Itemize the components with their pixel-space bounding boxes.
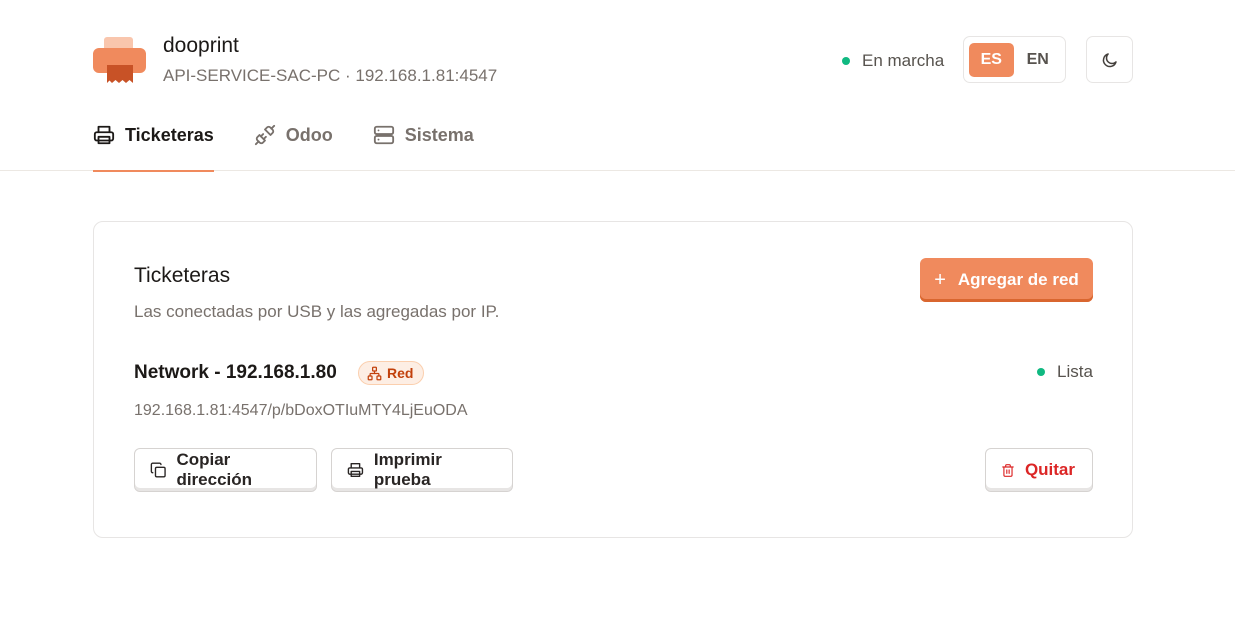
brand: dooprint API-SERVICE-SAC-PC · 192.168.1.… [93,33,497,87]
tab-ticketeras[interactable]: Ticketeras [93,114,214,172]
printer-logo-icon [93,37,146,83]
printer-url: 192.168.1.81:4547/p/bDoxOTIuMTY4LjEuODA [134,402,468,419]
tab-label: Odoo [285,125,333,145]
app-host: API-SERVICE-SAC-PC · 192.168.1.81:4547 [163,66,498,85]
connection-type-badge: Red [358,361,425,385]
app-name: dooprint [163,34,239,57]
add-network-printer-button[interactable]: + Agregar de red [920,258,1093,302]
print-test-button[interactable]: Imprimir prueba [331,448,513,492]
tab-odoo[interactable]: Odoo [254,114,333,171]
main-tabs: Ticketeras Odoo Sistema [93,114,514,172]
status-label: En marcha [862,51,945,70]
tab-label: Ticketeras [125,125,214,145]
card-description: Las conectadas por USB y las agregadas p… [134,302,500,321]
ticketeras-card: Ticketeras Las conectadas por USB y las … [93,221,1133,538]
printer-name: Network - 192.168.1.80 [134,362,337,383]
status-dot-icon [1037,368,1045,376]
remove-label: Quitar [1024,460,1075,479]
badge-label: Red [387,365,414,381]
moon-icon [1102,52,1117,67]
server-icon [373,125,394,145]
language-switch: ES EN [963,36,1066,83]
theme-toggle-button[interactable] [1086,36,1133,83]
app-header: dooprint API-SERVICE-SAC-PC · 192.168.1.… [0,0,1235,172]
copy-label: Copiar dirección [176,450,253,489]
language-es-button[interactable]: ES [969,42,1014,77]
language-en-button[interactable]: EN [1016,43,1061,77]
trash-icon [1002,463,1014,477]
service-status: En marcha [842,51,944,71]
printer-icon [93,125,115,145]
copy-address-button[interactable]: Copiar dirección [134,448,317,492]
tab-label: Sistema [404,125,474,145]
network-icon [367,366,382,380]
printer-status-label: Lista [1057,362,1093,381]
add-button-label: Agregar de red [957,270,1079,289]
tab-sistema[interactable]: Sistema [373,114,474,171]
printer-status: Lista [1037,362,1093,382]
card-title: Ticketeras [134,264,231,287]
copy-icon [150,462,166,478]
status-dot-icon [842,57,850,65]
remove-printer-button[interactable]: Quitar [985,448,1093,492]
printer-icon [347,462,364,478]
plug-icon [254,124,275,146]
plus-icon: + [934,269,946,291]
test-label: Imprimir prueba [373,450,442,489]
